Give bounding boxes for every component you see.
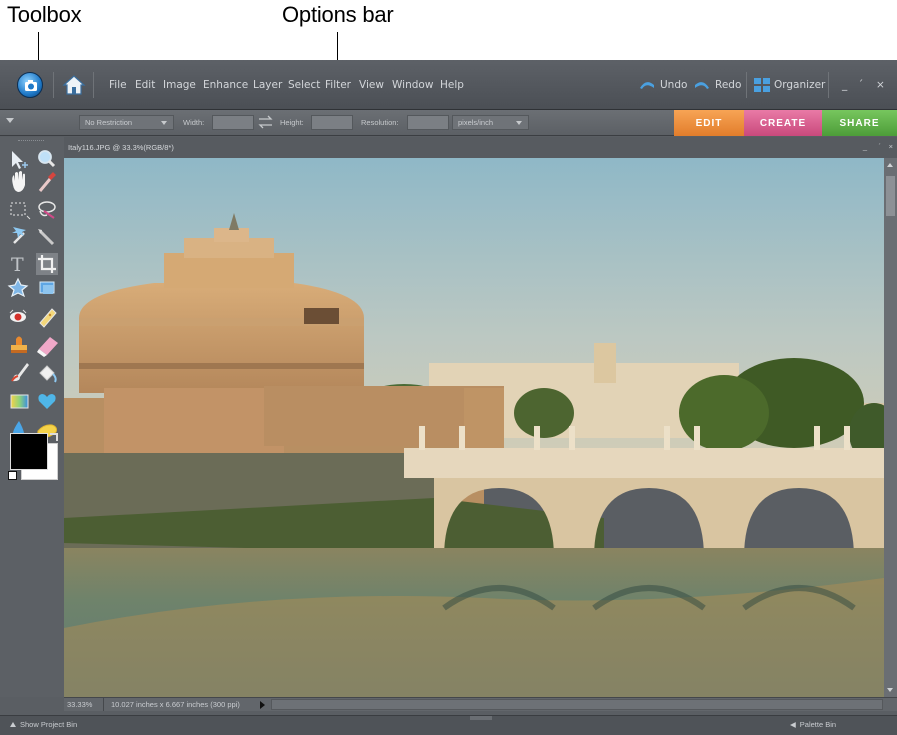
vertical-scrollbar[interactable]	[884, 158, 897, 697]
redo-button[interactable]: Redo	[693, 77, 741, 93]
swap-colors-icon[interactable]	[50, 433, 58, 441]
type-tool-icon[interactable]: T	[11, 254, 24, 276]
tab-share[interactable]: SHARE	[822, 110, 897, 136]
eyedropper-tool-icon[interactable]	[38, 172, 56, 192]
red-eye-tool-icon[interactable]	[9, 309, 27, 322]
tab-edit[interactable]: EDIT	[674, 110, 744, 136]
width-label: Width:	[183, 118, 205, 127]
organizer-button[interactable]: Organizer	[754, 77, 825, 93]
undo-button[interactable]: Undo	[638, 77, 687, 93]
width-input[interactable]	[212, 115, 254, 130]
show-project-bin-button[interactable]: Show Project Bin	[10, 720, 77, 729]
palette-bin-label: Palette Bin	[799, 720, 837, 729]
redo-label: Redo	[715, 79, 742, 91]
zoom-level[interactable]: 33.33%	[67, 700, 92, 709]
image-canvas[interactable]	[64, 158, 884, 697]
menu-window[interactable]: Window	[392, 79, 433, 91]
doc-minimize-button[interactable]: _	[863, 142, 867, 151]
figure: Toolbox Options bar File Edit Image Enha…	[0, 0, 897, 735]
menu-filter[interactable]: Filter	[325, 79, 351, 91]
menu-help[interactable]: Help	[440, 79, 464, 91]
move-tool-icon[interactable]	[12, 151, 28, 169]
eraser-tool-icon[interactable]	[37, 337, 58, 357]
options-bar: No Restriction Width: Height: Resolution…	[0, 110, 897, 136]
palette-bin-arrow-icon: ◀	[790, 720, 796, 729]
home-icon[interactable]	[62, 74, 86, 96]
lasso-tool-icon[interactable]	[38, 201, 56, 219]
brush-tool-icon[interactable]	[11, 363, 29, 382]
options-bar-collapse-icon[interactable]	[6, 118, 14, 123]
crop-tool-icon[interactable]	[36, 253, 58, 275]
shape-tool-icon[interactable]	[38, 394, 56, 409]
gradient-tool-icon[interactable]	[10, 394, 29, 409]
toolbox-grip	[18, 140, 44, 143]
resolution-unit-value: pixels/inch	[458, 118, 494, 127]
swap-dimensions-icon[interactable]	[258, 115, 273, 129]
status-menu-arrow-icon[interactable]	[260, 701, 265, 709]
menu-image[interactable]: Image	[163, 79, 196, 91]
selection-brush-tool-icon[interactable]	[38, 229, 55, 246]
toolbox: T	[0, 137, 64, 697]
undo-label: Undo	[660, 79, 688, 91]
document-size: 10.027 inches x 6.667 inches (300 ppi)	[111, 700, 240, 709]
svg-text:T: T	[11, 254, 24, 276]
marquee-tool-icon[interactable]	[10, 202, 31, 220]
close-button[interactable]: ×	[876, 79, 885, 91]
organizer-icon	[754, 78, 770, 92]
height-label: Height:	[280, 118, 304, 127]
resolution-label: Resolution:	[361, 118, 399, 127]
organizer-label: Organizer	[774, 79, 826, 91]
toolbox-callout-label: Toolbox	[7, 2, 82, 27]
paint-bucket-tool-icon[interactable]	[39, 365, 57, 383]
menu-layer[interactable]: Layer	[253, 79, 282, 91]
camera-app-icon[interactable]	[17, 72, 43, 98]
triangle-up-icon	[10, 722, 16, 727]
aspect-ratio-dropdown[interactable]: No Restriction	[79, 115, 174, 130]
editor-window: File Edit Image Enhance Layer Select Fil…	[0, 60, 897, 735]
doc-close-button[interactable]: ×	[889, 142, 893, 151]
foreground-color-swatch[interactable]	[10, 433, 48, 470]
menu-view[interactable]: View	[359, 79, 384, 91]
height-input[interactable]	[311, 115, 353, 130]
cookie-cutter-tool-icon[interactable]	[7, 277, 29, 298]
menu-edit[interactable]: Edit	[135, 79, 155, 91]
menu-bar: File Edit Image Enhance Layer Select Fil…	[0, 60, 897, 110]
tab-create[interactable]: CREATE	[744, 110, 822, 136]
bin-collapse-handle[interactable]	[470, 716, 492, 720]
default-colors-icon[interactable]	[8, 471, 17, 480]
aspect-ratio-value: No Restriction	[85, 118, 133, 127]
palette-bin-button[interactable]: ◀ Palette Bin	[790, 720, 836, 729]
undo-icon	[640, 82, 654, 89]
horizontal-scrollbar[interactable]	[271, 699, 883, 710]
document-title-bar: Italy116.JPG @ 33.3%(RGB/8*) _ ´ ×	[64, 137, 897, 158]
scroll-down-arrow[interactable]	[887, 688, 893, 692]
chevron-down-icon	[516, 121, 522, 125]
resolution-unit-dropdown[interactable]: pixels/inch	[452, 115, 529, 130]
doc-restore-button[interactable]: ´	[879, 142, 882, 151]
document-title: Italy116.JPG @ 33.3%(RGB/8*)	[68, 143, 174, 152]
straighten-tool-icon[interactable]	[39, 281, 55, 294]
spot-healing-tool-icon[interactable]	[39, 308, 57, 328]
status-bar: 33.33% 10.027 inches x 6.667 inches (300…	[64, 697, 897, 711]
zoom-tool-icon[interactable]	[38, 150, 56, 168]
menu-file[interactable]: File	[109, 79, 127, 91]
chevron-down-icon	[161, 121, 167, 125]
redo-icon	[695, 82, 709, 89]
magic-wand-tool-icon[interactable]	[12, 227, 26, 244]
resolution-input[interactable]	[407, 115, 449, 130]
options-bar-callout-label: Options bar	[282, 2, 394, 27]
show-project-bin-label: Show Project Bin	[20, 720, 78, 729]
scroll-up-arrow[interactable]	[887, 163, 893, 167]
menu-enhance[interactable]: Enhance	[203, 79, 248, 91]
hand-tool-icon[interactable]	[12, 171, 25, 192]
bottom-bar: Show Project Bin ◀ Palette Bin	[0, 715, 897, 735]
restore-button[interactable]: ´	[858, 79, 863, 91]
clone-stamp-tool-icon[interactable]	[11, 336, 27, 354]
scrollbar-thumb[interactable]	[886, 176, 895, 216]
menu-select[interactable]: Select	[288, 79, 320, 91]
minimize-button[interactable]: _	[842, 79, 847, 91]
